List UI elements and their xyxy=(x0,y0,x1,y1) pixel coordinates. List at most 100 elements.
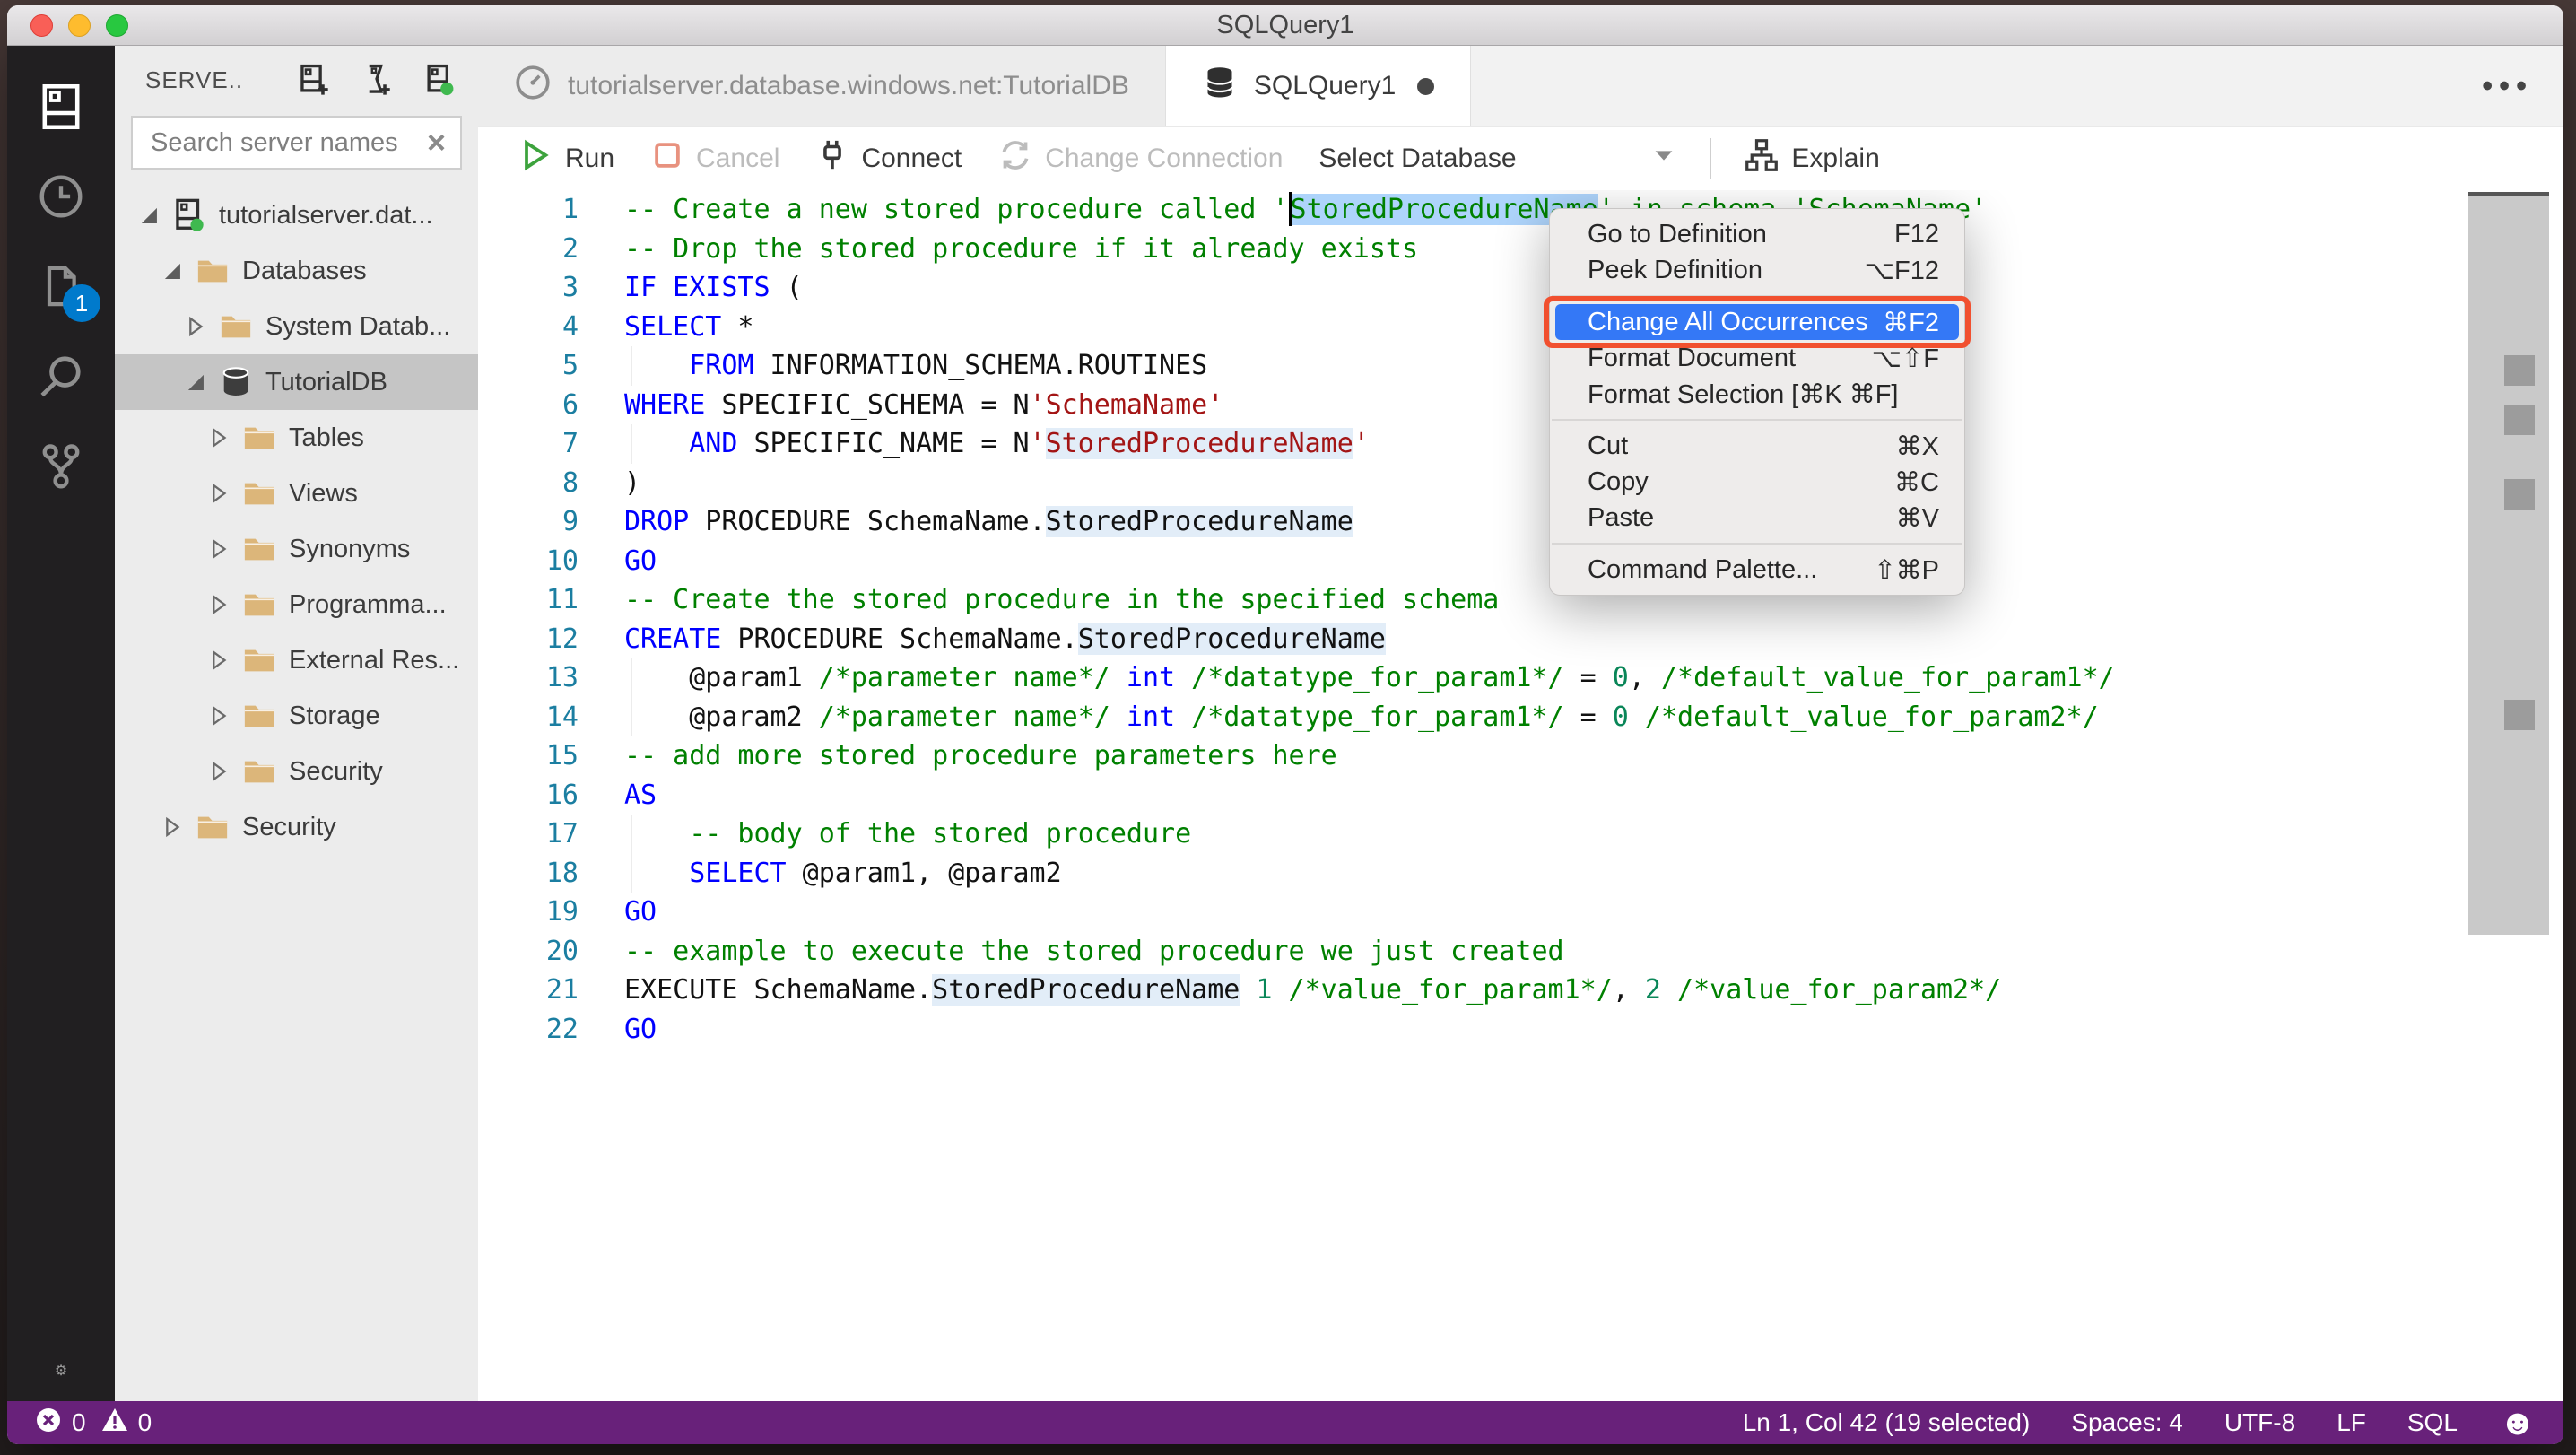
tree-item-databases[interactable]: Databases xyxy=(115,243,478,299)
chevron-collapsed-icon[interactable] xyxy=(203,537,235,561)
close-window-button[interactable] xyxy=(30,14,53,37)
chevron-expanded-icon[interactable] xyxy=(156,259,188,283)
code-line-18[interactable]: 18 SELECT @param1, @param2 xyxy=(478,853,2115,893)
code-line-17[interactable]: 17 -- body of the stored procedure xyxy=(478,815,2115,854)
toolbar-explain-button[interactable]: Explain xyxy=(1726,137,1897,180)
tree-item-tutorialdb[interactable]: TutorialDB xyxy=(115,354,478,410)
new-server-group-icon[interactable] xyxy=(360,63,394,97)
chevron-expanded-icon[interactable] xyxy=(133,204,165,227)
tree-item-system-datab[interactable]: System Datab... xyxy=(115,299,478,354)
menu-item-cut[interactable]: Cut ⌘X xyxy=(1555,428,1959,464)
toolbar-change-connection-button[interactable]: Change Connection xyxy=(979,137,1301,180)
tree-item-security[interactable]: Security xyxy=(115,799,478,855)
chevron-expanded-icon[interactable] xyxy=(179,370,212,394)
menu-item-peek-definition[interactable]: Peek Definition ⌥F12 xyxy=(1555,252,1959,288)
connections-activity-button[interactable] xyxy=(7,64,115,153)
editor[interactable]: 1 -- Create a new stored procedure called… xyxy=(478,190,2563,1401)
toolbar-run-button[interactable]: Run xyxy=(500,137,632,180)
menu-item-format-selection-k-f[interactable]: Format Selection [⌘K ⌘F] xyxy=(1555,376,1959,412)
code-line-14[interactable]: 14 @param2 /*parameter name*/ int /*data… xyxy=(478,697,2115,737)
tree-item-views[interactable]: Views xyxy=(115,466,478,521)
chevron-collapsed-icon[interactable] xyxy=(203,426,235,449)
search-activity-button[interactable] xyxy=(7,333,115,423)
zoom-window-button[interactable] xyxy=(106,14,128,37)
code-line-12[interactable]: 12 CREATE PROCEDURE SchemaName.StoredProc… xyxy=(478,620,2115,659)
line-number: 6 xyxy=(561,388,579,421)
chevron-collapsed-icon[interactable] xyxy=(203,704,235,728)
menu-item-go-to-definition[interactable]: Go to Definition F12 xyxy=(1555,216,1959,252)
status-spaces-4[interactable]: Spaces: 4 xyxy=(2071,1408,2183,1437)
menu-item-copy[interactable]: Copy ⌘C xyxy=(1555,464,1959,500)
title-bar[interactable]: SQLQuery1 xyxy=(7,5,2563,46)
tab-sqlquery1[interactable]: SQLQuery1 xyxy=(1165,46,1472,126)
code-line-13[interactable]: 13 @param1 /*parameter name*/ int /*data… xyxy=(478,658,2115,698)
line-content: @param2 /*parameter name*/ int /*datatyp… xyxy=(624,697,2099,737)
status-lf[interactable]: LF xyxy=(2337,1408,2366,1437)
chevron-collapsed-icon[interactable] xyxy=(203,482,235,505)
tree-item-tables[interactable]: Tables xyxy=(115,410,478,466)
server-icon xyxy=(172,198,206,232)
code-token: int xyxy=(1126,662,1176,693)
code-token: -- add more stored procedure parameters … xyxy=(624,740,1337,771)
tree-item-storage[interactable]: Storage xyxy=(115,688,478,744)
code-token: SPECIFIC_SCHEMA = N xyxy=(705,388,1030,421)
status-utf-8[interactable]: UTF-8 xyxy=(2224,1408,2295,1437)
editor-scrollbar xyxy=(2468,190,2549,1401)
status-bar: 0 0 Ln 1, Col 42 (19 selected) Spaces: 4 UT… xyxy=(7,1401,2563,1444)
files-activity-button[interactable]: 1 xyxy=(7,243,115,333)
tab-tutorialserver-database-windows-net-tutorialdb[interactable]: tutorialserver.database.windows.net:Tuto… xyxy=(478,46,1166,126)
tree-item-security[interactable]: Security xyxy=(115,744,478,799)
sidebar-header: SERVE.. xyxy=(115,46,478,114)
code-line-15[interactable]: 15 -- add more stored procedure parameter… xyxy=(478,736,2115,776)
toolbar-connect-button[interactable]: Connect xyxy=(797,138,979,179)
new-connection-icon[interactable] xyxy=(297,63,331,97)
code-line-21[interactable]: 21 EXECUTE SchemaName.StoredProcedureName… xyxy=(478,971,2115,1010)
active-connections-icon[interactable] xyxy=(422,63,457,97)
tree-item-external-res[interactable]: External Res... xyxy=(115,632,478,688)
database-icon xyxy=(219,365,253,399)
menu-item-paste[interactable]: Paste ⌘V xyxy=(1555,500,1959,536)
menu-separator xyxy=(1552,295,1962,297)
change-connection-icon xyxy=(997,137,1033,180)
code-line-20[interactable]: 20 -- example to execute the stored proce… xyxy=(478,932,2115,971)
status-sql[interactable]: SQL xyxy=(2407,1408,2458,1437)
minimize-window-button[interactable] xyxy=(68,14,91,37)
more-actions-icon[interactable]: ••• xyxy=(2482,69,2563,104)
code-line-16[interactable]: 16 AS xyxy=(478,776,2115,815)
menu-item-command-palette[interactable]: Command Palette... ⇧⌘P xyxy=(1555,552,1959,588)
code-line-22[interactable]: 22 GO xyxy=(478,1010,2115,1050)
code-token: /*default_value_for_param2*/ xyxy=(1644,701,2099,733)
tree-item-tutorialserver-dat[interactable]: tutorialserver.dat... xyxy=(115,187,478,243)
history-activity-button[interactable] xyxy=(7,153,115,243)
menu-item-change-all-occurrences[interactable]: Change All Occurrences ⌘F2 xyxy=(1544,296,1971,348)
chevron-collapsed-icon[interactable] xyxy=(156,815,188,839)
tree-item-label: Synonyms xyxy=(289,534,411,563)
chevron-collapsed-icon[interactable] xyxy=(203,649,235,672)
scrollbar-slider[interactable] xyxy=(2468,192,2549,935)
chevron-collapsed-icon[interactable] xyxy=(203,593,235,616)
source-control-activity-button[interactable] xyxy=(7,423,115,512)
search-input[interactable] xyxy=(149,126,427,159)
tab-bar: tutorialserver.database.windows.net:Tuto… xyxy=(478,46,2563,127)
toolbar-cancel-button[interactable]: Cancel xyxy=(632,138,797,179)
close-icon[interactable]: × xyxy=(427,126,446,159)
error-icon-status[interactable]: 0 xyxy=(34,1406,86,1441)
tree-item-synonyms[interactable]: Synonyms xyxy=(115,521,478,577)
chevron-down-icon xyxy=(1650,142,1677,176)
code-line-19[interactable]: 19 GO xyxy=(478,893,2115,932)
chevron-collapsed-icon[interactable] xyxy=(203,760,235,783)
status-ln-1-col-42-19-selected[interactable]: Ln 1, Col 42 (19 selected) xyxy=(1743,1408,2031,1437)
line-number: 8 xyxy=(561,466,579,499)
menu-item-format-document[interactable]: Format Document ⌥⇧F xyxy=(1555,340,1959,376)
tree-item-programma[interactable]: Programma... xyxy=(115,577,478,632)
settings-gear-icon[interactable]: ⚙ xyxy=(55,1362,67,1380)
warning-icon-status[interactable]: 0 xyxy=(100,1406,152,1441)
error-icon xyxy=(34,1406,63,1441)
toolbar-select-database-button[interactable]: Select Database xyxy=(1301,142,1695,176)
chevron-collapsed-icon[interactable] xyxy=(179,315,212,338)
code-token: -- example to execute the stored procedu… xyxy=(624,935,1564,967)
context-menu: Go to Definition F12 Peek Definition ⌥F12 Ch… xyxy=(1544,208,1971,596)
feedback-smiley-icon[interactable]: ☻ xyxy=(2499,1405,2537,1441)
